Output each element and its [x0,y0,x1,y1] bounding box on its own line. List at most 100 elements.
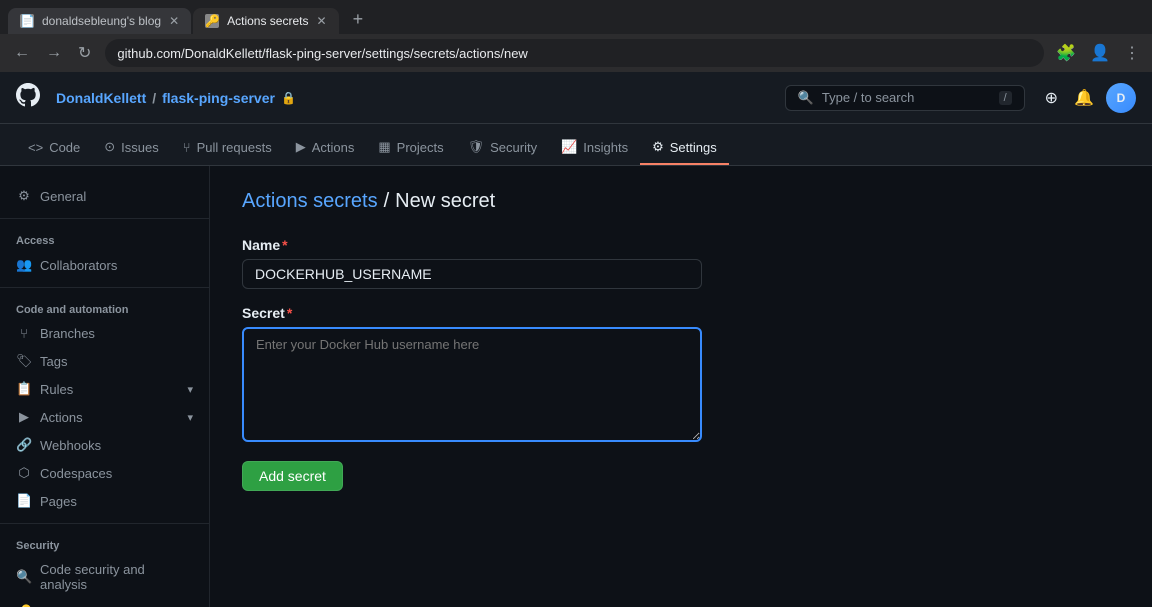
search-icon: 🔍 [798,90,814,106]
browser-chrome: 📄 donaldsebleung's blog ✕ 🔑 Actions secr… [0,0,1152,72]
sidebar-webhooks-label: Webhooks [40,438,101,453]
breadcrumb-separator: / [152,90,156,106]
nav-code-label: Code [49,140,80,155]
tab2-favicon: 🔑 [205,14,219,28]
insights-icon: 📈 [561,139,577,155]
forward-button[interactable]: → [40,39,68,67]
actions-chevron: ▾ [187,411,193,424]
nav-projects[interactable]: ▦ Projects [366,131,455,165]
secret-required: * [287,305,292,321]
nav-pulls[interactable]: ⑂ Pull requests [171,132,284,165]
name-label: Name* [242,237,1120,253]
sidebar-actions-label: Actions [40,410,83,425]
new-tab-button[interactable]: + [345,5,372,34]
sidebar-item-codespaces[interactable]: ⬡ Codespaces [0,459,209,487]
code-icon: <> [28,140,43,155]
sidebar-code-security-label: Code security and analysis [40,562,193,592]
breadcrumb-separator: / [384,190,390,213]
nav-issues-label: Issues [121,140,159,155]
breadcrumb-link[interactable]: Actions secrets [242,190,378,213]
page-title: Actions secrets / New secret [242,190,1120,213]
github-logo [16,83,40,113]
nav-insights-label: Insights [583,140,628,155]
nav-settings[interactable]: ⚙ Settings [640,131,729,165]
nav-actions[interactable]: ▶ Actions [284,131,367,165]
sidebar-item-pages[interactable]: 📄 Pages [0,487,209,515]
nav-code[interactable]: <> Code [16,132,92,165]
sidebar-item-rules[interactable]: 📋 Rules ▾ [0,375,209,403]
browser-tab-1[interactable]: 📄 donaldsebleung's blog ✕ [8,8,191,34]
sidebar-code-automation-heading: Code and automation [0,296,209,320]
browser-tabs: 📄 donaldsebleung's blog ✕ 🔑 Actions secr… [0,0,1152,34]
rules-chevron: ▾ [187,383,193,396]
sidebar-pages-label: Pages [40,494,77,509]
page-content: Actions secrets / New secret Name* Secre… [210,166,1152,607]
sidebar-collaborators-label: Collaborators [40,258,117,273]
nav-insights[interactable]: 📈 Insights [549,131,640,165]
notifications-icon[interactable]: 🔔 [1070,84,1098,112]
pages-icon: 📄 [16,493,32,509]
webhooks-icon: 🔗 [16,437,32,453]
breadcrumb: DonaldKellett / flask-ping-server 🔒 [56,90,296,106]
user-link[interactable]: DonaldKellett [56,90,146,106]
repo-nav: <> Code ⊙ Issues ⑂ Pull requests ▶ Actio… [0,124,1152,166]
profile-icon[interactable]: 👤 [1086,39,1114,67]
collaborators-icon: 👥 [16,257,32,273]
toolbar-icons: 🧩 👤 ⋮ [1052,39,1144,67]
nav-security-label: Security [490,140,537,155]
sidebar-item-collaborators[interactable]: 👥 Collaborators [0,251,209,279]
code-security-icon: 🔍 [16,569,32,585]
sidebar-item-code-security[interactable]: 🔍 Code security and analysis [0,556,209,598]
sidebar-rules-label: Rules [40,382,73,397]
sidebar-item-deploy-keys[interactable]: 🔑 Deploy keys [0,598,209,607]
sidebar-item-tags[interactable]: 🏷 Tags [0,347,209,375]
settings-icon: ⚙ [652,139,664,155]
nav-issues[interactable]: ⊙ Issues [92,131,170,165]
nav-buttons: ← → ↻ [8,39,97,67]
browser-toolbar: ← → ↻ 🧩 👤 ⋮ [0,34,1152,72]
nav-actions-label: Actions [312,140,355,155]
pulls-icon: ⑂ [183,140,191,155]
repo-link[interactable]: flask-ping-server [162,90,275,106]
add-secret-button[interactable]: Add secret [242,461,343,491]
sidebar-item-actions[interactable]: ▶ Actions ▾ [0,403,209,431]
plus-icon[interactable]: ⊕ [1041,84,1062,112]
name-input[interactable] [242,259,702,289]
secret-textarea[interactable] [242,327,702,442]
tab2-close[interactable]: ✕ [317,14,327,28]
codespaces-icon: ⬡ [16,465,32,481]
menu-icon[interactable]: ⋮ [1120,39,1144,67]
extensions-icon[interactable]: 🧩 [1052,39,1080,67]
projects-icon: ▦ [378,139,390,155]
main-content: ⚙ General Access 👥 Collaborators Code an… [0,166,1152,607]
sidebar-item-general[interactable]: ⚙ General [0,182,209,210]
security-icon: 🛡 [468,139,485,155]
sidebar-tags-label: Tags [40,354,67,369]
secret-label: Secret* [242,305,1120,321]
tab1-close[interactable]: ✕ [169,14,179,28]
sidebar-codespaces-label: Codespaces [40,466,112,481]
sidebar-item-branches[interactable]: ⑂ Branches [0,320,209,347]
tags-icon: 🏷 [16,353,32,369]
browser-tab-2[interactable]: 🔑 Actions secrets ✕ [193,8,338,34]
sidebar-access-heading: Access [0,227,209,251]
rules-icon: 📋 [16,381,32,397]
reload-button[interactable]: ↻ [72,39,97,67]
sidebar-general-label: General [40,189,86,204]
nav-projects-label: Projects [397,140,444,155]
sidebar-item-webhooks[interactable]: 🔗 Webhooks [0,431,209,459]
branches-icon: ⑂ [16,326,32,341]
general-icon: ⚙ [16,188,32,204]
name-form-group: Name* [242,237,1120,289]
search-box[interactable]: 🔍 Type / to search / [785,85,1025,111]
back-button[interactable]: ← [8,39,36,67]
sidebar: ⚙ General Access 👥 Collaborators Code an… [0,166,210,607]
sidebar-actions-icon: ▶ [16,409,32,425]
tab2-title: Actions secrets [227,14,308,28]
search-shortcut: / [999,91,1012,105]
nav-settings-label: Settings [670,140,717,155]
avatar[interactable]: D [1106,83,1136,113]
nav-security[interactable]: 🛡 Security [456,131,549,165]
secret-form-group: Secret* [242,305,1120,445]
address-bar[interactable] [105,39,1044,67]
